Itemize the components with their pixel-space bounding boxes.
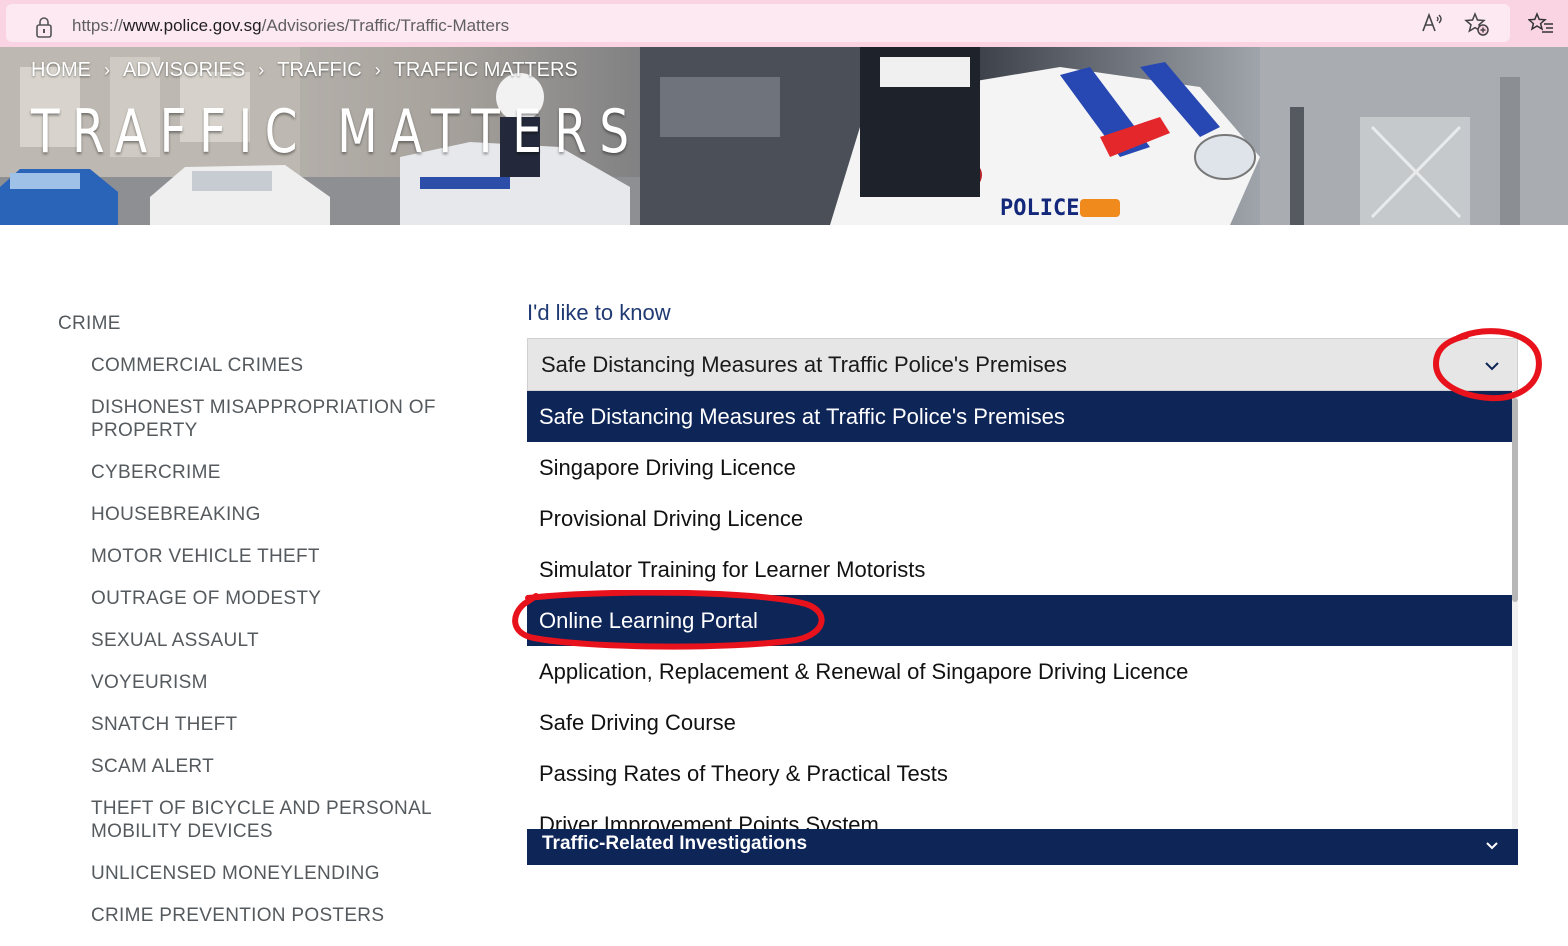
topic-select[interactable]: Safe Distancing Measures at Traffic Poli… <box>527 338 1518 391</box>
browser-toolbar: https://www.police.gov.sg/Advisories/Tra… <box>0 0 1568 47</box>
favorite-add-icon[interactable] <box>1464 11 1490 37</box>
topic-option[interactable]: Application, Replacement & Renewal of Si… <box>527 646 1512 697</box>
sidebar-item-dishonest-misappropriation[interactable]: DISHONEST MISAPPROPRIATION OF PROPERTY <box>58 396 478 442</box>
url-text[interactable]: https://www.police.gov.sg/Advisories/Tra… <box>72 16 509 36</box>
url-prefix: https:// <box>72 16 124 35</box>
favorites-icon[interactable] <box>1528 11 1554 37</box>
lock-icon[interactable] <box>34 15 54 39</box>
sidebar-item-housebreaking[interactable]: HOUSEBREAKING <box>58 503 478 526</box>
topic-select-value: Safe Distancing Measures at Traffic Poli… <box>541 352 1067 377</box>
topic-option[interactable]: Simulator Training for Learner Motorists <box>527 544 1512 595</box>
sidebar-item-commercial-crimes[interactable]: COMMERCIAL CRIMES <box>58 354 478 377</box>
page-title: TRAFFIC MATTERS <box>31 97 642 167</box>
sidebar-item-theft-of-bicycle[interactable]: THEFT OF BICYCLE AND PERSONAL MOBILITY D… <box>58 797 478 843</box>
breadcrumb-advisories[interactable]: ADVISORIES <box>123 59 245 82</box>
topic-option[interactable]: Safe Driving Course <box>527 697 1512 748</box>
read-aloud-icon[interactable] <box>1420 11 1444 35</box>
sidebar-list: COMMERCIAL CRIMES DISHONEST MISAPPROPRIA… <box>58 354 478 927</box>
sidebar-item-snatch-theft[interactable]: SNATCH THEFT <box>58 713 478 736</box>
sidebar-item-unlicensed-moneylending[interactable]: UNLICENSED MONEYLENDING <box>58 862 478 885</box>
police-marking: POLICE <box>1000 196 1079 221</box>
url-path: /Advisories/Traffic/Traffic-Matters <box>261 16 510 35</box>
sidebar-item-voyeurism[interactable]: VOYEURISM <box>58 671 478 694</box>
accordion-title: Traffic-Related Investigations <box>542 833 808 854</box>
breadcrumb: HOME › ADVISORIES › TRAFFIC › TRAFFIC MA… <box>31 59 578 82</box>
breadcrumb-separator-icon: › <box>104 60 110 80</box>
sidebar-item-crime-prevention-posters[interactable]: CRIME PREVENTION POSTERS <box>58 904 478 927</box>
breadcrumb-traffic[interactable]: TRAFFIC <box>277 59 361 82</box>
sidebar-heading-crime[interactable]: CRIME <box>58 313 478 335</box>
options-scrollbar-thumb[interactable] <box>1512 398 1518 602</box>
breadcrumb-separator-icon: › <box>258 60 265 80</box>
url-host: www.police.gov.sg <box>123 16 262 35</box>
chevron-down-icon[interactable] <box>1484 838 1500 854</box>
accordion-traffic-investigations[interactable]: Traffic-Related Investigations <box>527 829 1518 865</box>
breadcrumb-separator-icon: › <box>374 60 381 80</box>
sidebar-item-outrage-of-modesty[interactable]: OUTRAGE OF MODESTY <box>58 587 478 610</box>
hero-banner: POLICE HOME › ADVISORIES › TRAFFIC › TRA… <box>0 47 1568 225</box>
topic-option[interactable]: Singapore Driving Licence <box>527 442 1512 493</box>
topic-select-label: I'd like to know <box>527 300 671 325</box>
sidebar-item-sexual-assault[interactable]: SEXUAL ASSAULT <box>58 629 478 652</box>
topic-option[interactable]: Passing Rates of Theory & Practical Test… <box>527 748 1512 799</box>
topic-option[interactable]: Online Learning Portal <box>527 595 1512 646</box>
topic-option[interactable]: Provisional Driving Licence <box>527 493 1512 544</box>
sidebar-item-scam-alert[interactable]: SCAM ALERT <box>58 755 478 778</box>
chevron-down-icon[interactable] <box>1483 357 1501 375</box>
address-bar[interactable]: https://www.police.gov.sg/Advisories/Tra… <box>6 4 1510 42</box>
sidebar-item-cybercrime[interactable]: CYBERCRIME <box>58 461 478 484</box>
sidebar-nav: CRIME COMMERCIAL CRIMES DISHONEST MISAPP… <box>58 313 478 946</box>
breadcrumb-home[interactable]: HOME <box>31 59 91 82</box>
breadcrumb-current: TRAFFIC MATTERS <box>393 59 578 81</box>
topic-options-list[interactable]: Safe Distancing Measures at Traffic Poli… <box>527 391 1512 830</box>
topic-option[interactable]: Safe Distancing Measures at Traffic Poli… <box>527 391 1512 442</box>
sidebar-item-motor-vehicle-theft[interactable]: MOTOR VEHICLE THEFT <box>58 545 478 568</box>
topic-option[interactable]: Driver Improvement Points System <box>527 799 1512 830</box>
